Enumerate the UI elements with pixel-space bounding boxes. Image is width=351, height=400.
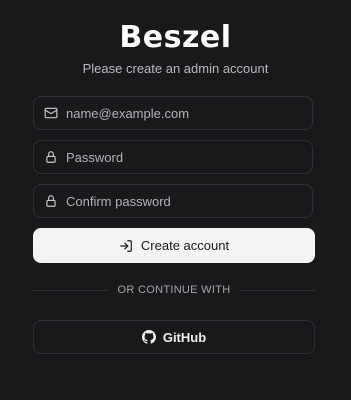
github-login-button[interactable]: GitHub — [33, 320, 315, 354]
page-subtitle: Please create an admin account — [82, 61, 269, 76]
confirm-password-input[interactable] — [66, 193, 306, 209]
lock-icon — [44, 194, 58, 208]
log-in-icon — [119, 239, 133, 253]
divider-text: OR CONTINUE WITH — [117, 284, 231, 296]
password-field[interactable] — [33, 140, 313, 174]
email-input[interactable] — [66, 105, 306, 121]
divider-line-left — [33, 289, 108, 291]
divider: OR CONTINUE WITH — [33, 283, 315, 297]
lock-icon — [44, 150, 58, 164]
github-label: GitHub — [162, 329, 207, 345]
mail-icon — [44, 106, 58, 120]
create-account-button[interactable]: Create account — [33, 228, 315, 263]
github-icon — [141, 330, 156, 344]
create-account-label: Create account — [140, 238, 230, 253]
confirm-password-field[interactable] — [33, 184, 313, 218]
email-field[interactable] — [33, 96, 313, 130]
password-input[interactable] — [66, 149, 306, 165]
app-logo: Beszel — [119, 20, 232, 55]
divider-line-right — [240, 289, 315, 291]
